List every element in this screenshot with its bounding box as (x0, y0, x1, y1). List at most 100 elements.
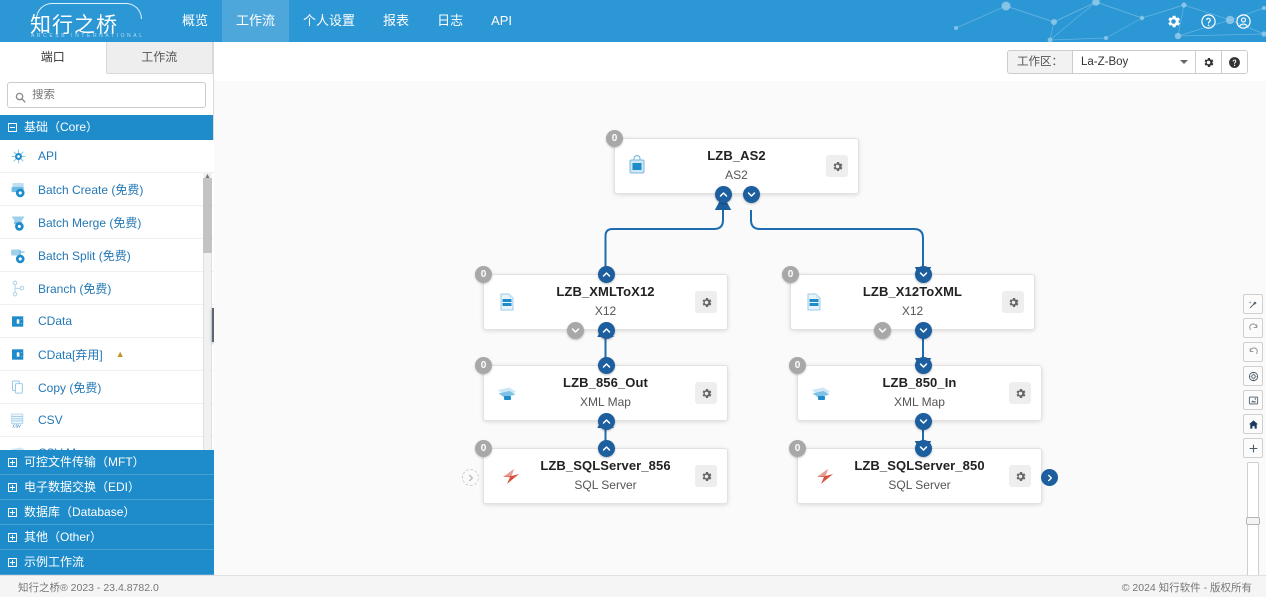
category-sample-workflow[interactable]: 示例工作流 (0, 550, 214, 575)
sqlserver-icon (814, 465, 836, 487)
node-badge: 0 (782, 266, 799, 283)
zoom-in-icon[interactable] (1243, 438, 1263, 458)
port-item-cdata[interactable]: CData (0, 305, 214, 338)
svg-text:.csv: .csv (12, 423, 22, 429)
home-icon[interactable] (1243, 414, 1263, 434)
flow-node-x12toxml[interactable]: 0 LZB_X12ToXML X12 (782, 266, 1035, 339)
node-subtitle: XML Map (580, 395, 631, 409)
node-connector-in-down[interactable] (915, 357, 932, 374)
workspace-help-button[interactable] (1221, 51, 1247, 73)
xmlmap-icon (496, 382, 518, 404)
category-label: 其他（Other） (24, 529, 103, 544)
undo-icon[interactable] (1243, 342, 1263, 362)
node-settings-gear-icon[interactable] (1009, 465, 1031, 487)
node-connector-secondary-down[interactable] (567, 322, 584, 339)
redo-icon[interactable] (1243, 318, 1263, 338)
category-mft[interactable]: 可控文件传输（MFT） (0, 450, 214, 475)
port-item-csv[interactable]: .csv CSV (0, 404, 214, 437)
target-eye-icon[interactable] (1243, 366, 1263, 386)
node-connector-in-down[interactable] (915, 440, 932, 457)
workspace-settings-button[interactable] (1195, 51, 1221, 73)
category-database[interactable]: 数据库（Database） (0, 500, 214, 525)
category-core[interactable]: 基础（Core） (0, 115, 213, 140)
nav-item-api[interactable]: API (477, 0, 526, 42)
magic-wand-icon[interactable] (1243, 294, 1263, 314)
main-nav: 概览 工作流 个人设置 报表 日志 API (168, 0, 526, 42)
tab-workflows[interactable]: 工作流 (106, 42, 213, 73)
node-connector-in-up[interactable] (715, 186, 732, 203)
node-badge: 0 (606, 130, 623, 147)
node-connector-out-up[interactable] (598, 440, 615, 457)
category-other[interactable]: 其他（Other） (0, 525, 214, 550)
nav-item-logs[interactable]: 日志 (423, 0, 477, 42)
port-item-copy[interactable]: Copy (免费) (0, 371, 214, 404)
node-settings-gear-icon[interactable] (695, 465, 717, 487)
zoom-slider[interactable] (1246, 462, 1260, 575)
sqlserver-icon (500, 465, 522, 487)
port-item-batch-merge[interactable]: Batch Merge (免费) (0, 206, 214, 239)
node-connector-in-up[interactable] (598, 322, 615, 339)
panel-tabs: 端口 工作流 (0, 42, 213, 74)
node-title: LZB_850_In (882, 375, 957, 390)
node-settings-gear-icon[interactable] (826, 155, 848, 177)
flow-node-as2[interactable]: 0 LZB_AS2 AS2 (606, 130, 859, 203)
workflow-canvas[interactable]: 0 LZB_AS2 AS2 0 LZB_XMLToX12 X12 0 LZB_X… (214, 81, 1266, 575)
node-connector-out-down[interactable] (915, 322, 932, 339)
port-item-cdata-deprecated[interactable]: CData[弃用] ▲ (0, 338, 214, 371)
node-badge: 0 (475, 357, 492, 374)
search-box[interactable] (7, 82, 206, 108)
port-label: CSV (38, 413, 63, 427)
node-settings-gear-icon[interactable] (1002, 291, 1024, 313)
flow-node-xmltox12[interactable]: 0 LZB_XMLToX12 X12 (475, 266, 728, 339)
port-list-scrollbar-thumb[interactable] (203, 178, 212, 253)
node-connector-in-up[interactable] (598, 413, 615, 430)
csv-icon: .csv (9, 411, 28, 430)
node-connector-secondary-down[interactable] (874, 322, 891, 339)
tab-ports[interactable]: 端口 (0, 42, 107, 74)
flow-node-850-in[interactable]: 0 LZB_850_In XML Map (789, 357, 1042, 430)
port-list[interactable]: API Batch Create (免费) Batch Merge (免费) B… (0, 140, 214, 500)
port-item-branch[interactable]: Branch (免费) (0, 272, 214, 305)
port-item-batch-create[interactable]: Batch Create (免费) (0, 173, 214, 206)
fit-to-screen-icon[interactable] (1243, 390, 1263, 410)
header-icon-group (1165, 0, 1252, 42)
flow-node-856-out[interactable]: 0 LZB_856_Out XML Map (475, 357, 728, 430)
node-connector-out-up[interactable] (598, 357, 615, 374)
flow-node-sqlserver-850[interactable]: 0 LZB_SQLServer_850 SQL Server (789, 440, 1058, 504)
nav-item-workflow[interactable]: 工作流 (222, 0, 290, 42)
search-icon (15, 90, 26, 103)
node-connector-in-down[interactable] (915, 266, 932, 283)
footer-version-text: 知行之桥® 2023 - 23.4.8782.0 (18, 582, 159, 594)
zoom-slider-thumb[interactable] (1246, 517, 1260, 525)
flow-node-sqlserver-856[interactable]: 0 LZB_SQLServer_856 SQL Server (462, 440, 728, 504)
category-label: 示例工作流 (24, 554, 85, 569)
node-settings-gear-icon[interactable] (695, 382, 717, 404)
help-icon[interactable] (1200, 13, 1217, 30)
node-connector-out-down[interactable] (743, 186, 760, 203)
node-output-target-handle[interactable] (1041, 469, 1058, 486)
collapse-minus-icon (8, 123, 17, 132)
app-logo[interactable]: 知行之桥 ARCESB INTERNATIONAL (24, 3, 156, 41)
nav-item-reports[interactable]: 报表 (369, 0, 423, 42)
logo-subtitle: ARCESB INTERNATIONAL (31, 33, 145, 39)
port-label: Batch Merge (免费) (38, 215, 142, 230)
node-settings-gear-icon[interactable] (695, 291, 717, 313)
category-label: 可控文件传输（MFT） (24, 454, 145, 469)
node-input-source-handle[interactable] (462, 469, 479, 486)
node-connector-out-down[interactable] (915, 413, 932, 430)
batch-split-icon (9, 246, 28, 265)
account-icon[interactable] (1235, 13, 1252, 30)
node-settings-gear-icon[interactable] (1009, 382, 1031, 404)
node-connector-out-up[interactable] (598, 266, 615, 283)
gear-icon[interactable] (1165, 13, 1182, 30)
nav-item-profile[interactable]: 个人设置 (289, 0, 369, 42)
warning-triangle-icon: ▲ (115, 349, 125, 359)
workspace-dropdown[interactable]: La-Z-Boy (1073, 51, 1195, 73)
port-item-api[interactable]: API (0, 140, 214, 173)
nav-item-overview[interactable]: 概览 (168, 0, 222, 42)
port-label: Branch (免费) (38, 281, 112, 296)
copy-icon (9, 378, 28, 397)
port-item-batch-split[interactable]: Batch Split (免费) (0, 239, 214, 272)
category-edi[interactable]: 电子数据交换（EDI） (0, 475, 214, 500)
search-input[interactable] (32, 89, 198, 101)
